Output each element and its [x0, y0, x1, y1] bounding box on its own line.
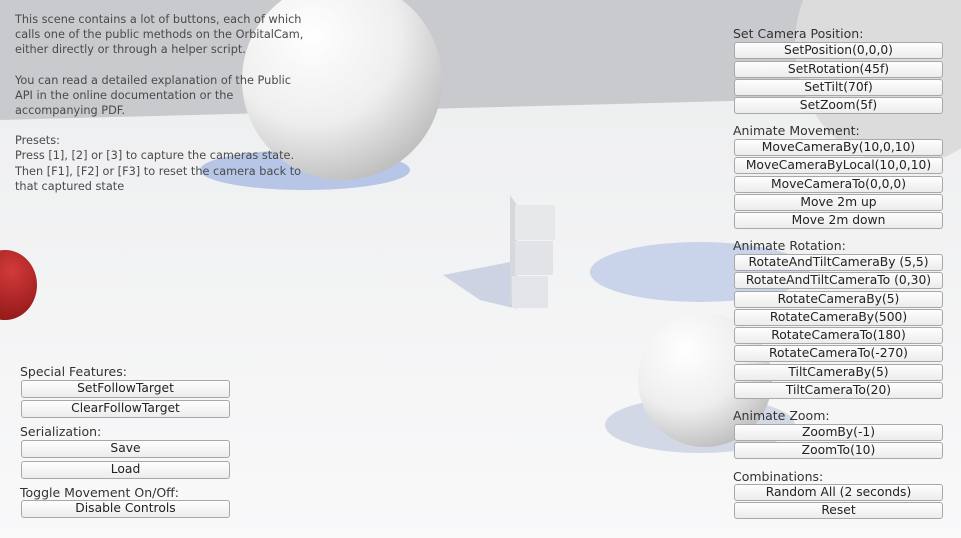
cube	[515, 205, 555, 240]
set-camera-position-title: Set Camera Position:	[733, 26, 864, 41]
disable-controls-button[interactable]: Disable Controls	[21, 500, 230, 518]
toggle-movement-title: Toggle Movement On/Off:	[20, 485, 179, 500]
combinations-title: Combinations:	[733, 469, 824, 484]
clear-follow-target-button[interactable]: ClearFollowTarget	[21, 400, 230, 418]
serialization-title: Serialization:	[20, 424, 102, 439]
info-paragraph: You can read a detailed explanation of t…	[15, 73, 291, 118]
move-camera-by-local-button[interactable]: MoveCameraByLocal(10,0,10)	[734, 157, 943, 174]
move-2m-down-button[interactable]: Move 2m down	[734, 212, 943, 229]
save-button[interactable]: Save	[21, 440, 230, 458]
move-2m-up-button[interactable]: Move 2m up	[734, 194, 943, 211]
random-all-button[interactable]: Random All (2 seconds)	[734, 484, 943, 501]
animate-movement-title: Animate Movement:	[733, 123, 860, 138]
move-camera-by-button[interactable]: MoveCameraBy(10,0,10)	[734, 139, 943, 156]
presets-paragraph: Presets: Press [1], [2] or [3] to captur…	[15, 134, 302, 193]
rotate-and-tilt-camera-by-button[interactable]: RotateAndTiltCameraBy (5,5)	[734, 254, 943, 271]
special-features-title: Special Features:	[20, 364, 127, 379]
info-paragraph: This scene contains a lot of buttons, ea…	[15, 13, 304, 57]
load-button[interactable]: Load	[21, 461, 230, 479]
set-tilt-button[interactable]: SetTilt(70f)	[734, 79, 943, 96]
rotate-camera-to-180-button[interactable]: RotateCameraTo(180)	[734, 327, 943, 344]
info-text: This scene contains a lot of buttons, ea…	[15, 12, 305, 209]
animate-rotation-title: Animate Rotation:	[733, 238, 846, 253]
rotate-and-tilt-camera-to-button[interactable]: RotateAndTiltCameraTo (0,30)	[734, 272, 943, 289]
set-zoom-button[interactable]: SetZoom(5f)	[734, 97, 943, 114]
zoom-to-button[interactable]: ZoomTo(10)	[734, 442, 943, 459]
set-follow-target-button[interactable]: SetFollowTarget	[21, 380, 230, 398]
reset-button[interactable]: Reset	[734, 502, 943, 519]
animate-zoom-title: Animate Zoom:	[733, 408, 830, 423]
rotate-camera-to-neg270-button[interactable]: RotateCameraTo(-270)	[734, 345, 943, 362]
rotate-camera-by-500-button[interactable]: RotateCameraBy(500)	[734, 309, 943, 326]
set-position-button[interactable]: SetPosition(0,0,0)	[734, 42, 943, 59]
cube	[515, 241, 553, 275]
set-rotation-button[interactable]: SetRotation(45f)	[734, 61, 943, 78]
cube	[512, 276, 548, 308]
move-camera-to-button[interactable]: MoveCameraTo(0,0,0)	[734, 176, 943, 193]
rotate-camera-by-5-button[interactable]: RotateCameraBy(5)	[734, 291, 943, 308]
tilt-camera-to-button[interactable]: TiltCameraTo(20)	[734, 382, 943, 399]
zoom-by-button[interactable]: ZoomBy(-1)	[734, 424, 943, 441]
tilt-camera-by-button[interactable]: TiltCameraBy(5)	[734, 364, 943, 381]
